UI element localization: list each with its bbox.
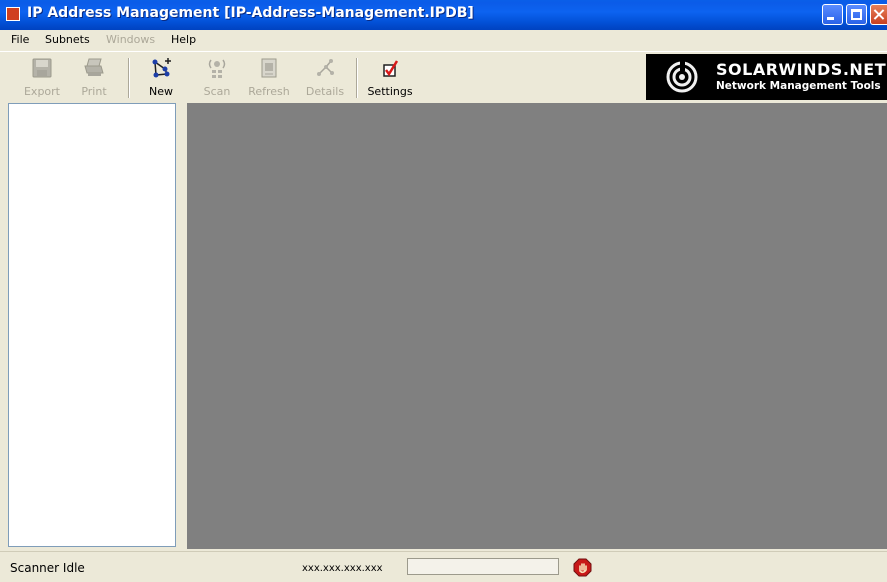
toolbar-separator: [356, 58, 358, 98]
scan-progress-bar: [407, 558, 559, 575]
new-button[interactable]: New: [140, 55, 182, 99]
refresh-button[interactable]: Refresh: [243, 55, 295, 99]
scan-icon: [208, 59, 226, 78]
new-label: New: [149, 85, 173, 98]
scan-label: Scan: [203, 85, 231, 98]
floppy-disk-icon: [32, 58, 52, 78]
toolbar: Export Print New Scan Refresh Details Se…: [0, 51, 887, 102]
status-ip-address: xxx.xxx.xxx.xxx: [302, 563, 383, 574]
print-label: Print: [81, 85, 107, 98]
logo-brand: SOLARWINDS.NET: [716, 60, 887, 79]
details-icon: [317, 59, 334, 76]
stop-hand-icon[interactable]: [573, 558, 592, 577]
settings-button[interactable]: Settings: [364, 55, 416, 99]
close-button[interactable]: [870, 4, 887, 25]
logo-tagline: Network Management Tools: [716, 80, 881, 92]
menu-windows[interactable]: Windows: [106, 33, 155, 46]
solarwinds-logo: SOLARWINDS.NET Network Management Tools: [646, 54, 887, 100]
print-button[interactable]: Print: [72, 55, 116, 99]
status-text: Scanner Idle: [10, 561, 85, 575]
app-icon[interactable]: [6, 7, 20, 21]
maximize-button[interactable]: [846, 4, 867, 25]
status-bar: Scanner Idle xxx.xxx.xxx.xxx: [0, 551, 887, 582]
mdi-workspace: [187, 103, 887, 549]
minimize-button[interactable]: [822, 4, 843, 25]
subnet-tree-pane[interactable]: [8, 103, 176, 547]
details-label: Details: [305, 85, 345, 98]
refresh-label: Refresh: [248, 85, 290, 98]
menu-help[interactable]: Help: [171, 33, 196, 46]
export-label: Export: [23, 85, 60, 98]
settings-label: Settings: [367, 85, 413, 98]
printer-icon: [84, 58, 104, 76]
refresh-icon: [261, 58, 277, 78]
new-subnet-icon: [152, 58, 171, 78]
menu-file[interactable]: File: [11, 33, 29, 46]
toolbar-separator: [128, 58, 130, 98]
export-button[interactable]: Export: [20, 55, 64, 99]
details-button[interactable]: Details: [302, 55, 348, 99]
menu-bar: File Subnets Windows Help: [0, 30, 887, 50]
window-title: IP Address Management [IP-Address-Manage…: [27, 5, 474, 21]
title-bar: IP Address Management [IP-Address-Manage…: [0, 0, 887, 30]
menu-subnets[interactable]: Subnets: [45, 33, 90, 46]
settings-checkbox-icon: [383, 60, 399, 77]
scan-button[interactable]: Scan: [197, 55, 237, 99]
solarwinds-swirl-icon: [666, 61, 698, 93]
